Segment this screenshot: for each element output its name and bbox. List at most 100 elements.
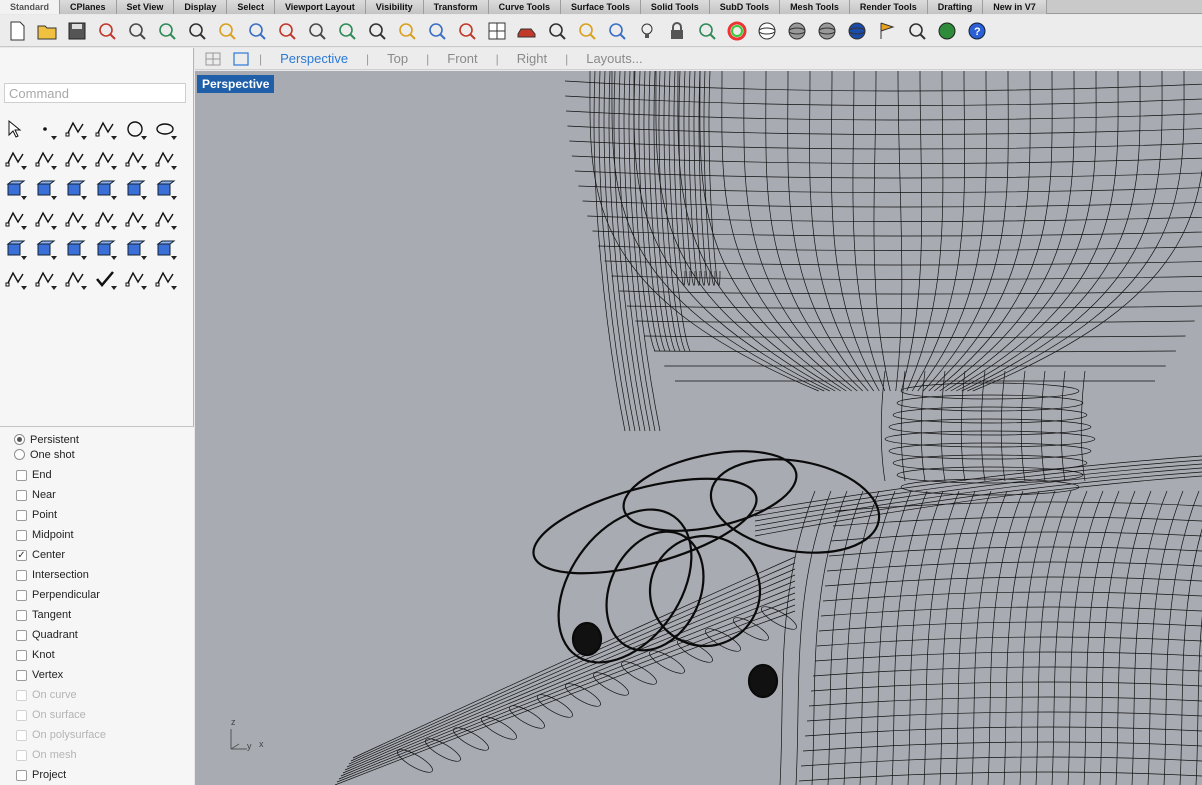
osnap-center-checkbox[interactable]: ✓ — [16, 549, 27, 561]
osnap-tangent-row[interactable]: Tangent — [0, 605, 194, 625]
zoom-selected-icon[interactable] — [392, 17, 422, 45]
four-viewports-icon[interactable] — [203, 51, 223, 67]
save-icon[interactable] — [62, 17, 92, 45]
ellipse-icon[interactable] — [150, 114, 180, 144]
flyout-arrow-icon[interactable] — [171, 286, 177, 290]
flyout-arrow-icon[interactable] — [81, 166, 87, 170]
viewport-tab-layouts[interactable]: Layouts... — [576, 51, 652, 66]
tab-transform[interactable]: Transform — [423, 0, 489, 14]
extrude-surface-icon[interactable] — [150, 144, 180, 174]
flyout-arrow-icon[interactable] — [141, 136, 147, 140]
rectangle-icon[interactable] — [30, 144, 60, 174]
flyout-arrow-icon[interactable] — [81, 286, 87, 290]
osnap-point-checkbox[interactable] — [16, 509, 27, 521]
osnap-end-checkbox[interactable] — [16, 469, 27, 481]
flyout-arrow-icon[interactable] — [51, 166, 57, 170]
flyout-arrow-icon[interactable] — [111, 196, 117, 200]
flag-icon[interactable] — [872, 17, 902, 45]
osnap-quadrant-checkbox[interactable] — [16, 629, 27, 641]
undo-icon[interactable] — [242, 17, 272, 45]
tab-standard[interactable]: Standard — [0, 0, 61, 14]
tab-mesh-tools[interactable]: Mesh Tools — [780, 0, 850, 14]
globe-icon[interactable] — [932, 17, 962, 45]
flyout-arrow-icon[interactable] — [81, 136, 87, 140]
help-icon[interactable]: ? — [962, 17, 992, 45]
flyout-arrow-icon[interactable] — [171, 166, 177, 170]
flyout-arrow-icon[interactable] — [111, 286, 117, 290]
flyout-arrow-icon[interactable] — [51, 286, 57, 290]
cplane-icon[interactable] — [572, 17, 602, 45]
polygon-icon[interactable] — [60, 144, 90, 174]
rendered-sphere-icon[interactable] — [812, 17, 842, 45]
arc-icon[interactable] — [0, 144, 30, 174]
tab-display[interactable]: Display — [174, 0, 228, 14]
osnap-intersection-row[interactable]: Intersection — [0, 565, 194, 585]
undo-view-icon[interactable] — [452, 17, 482, 45]
flyout-arrow-icon[interactable] — [171, 196, 177, 200]
flyout-arrow-icon[interactable] — [171, 226, 177, 230]
flyout-arrow-icon[interactable] — [81, 256, 87, 260]
extend-icon[interactable] — [0, 204, 30, 234]
osnap-center-row[interactable]: ✓ Center — [0, 545, 194, 565]
osnap-project-row[interactable]: Project — [0, 765, 194, 785]
sphere-icon[interactable] — [30, 174, 60, 204]
print-icon[interactable] — [92, 17, 122, 45]
zoom-extents-icon[interactable] — [362, 17, 392, 45]
flyout-arrow-icon[interactable] — [111, 136, 117, 140]
pan-hand-icon[interactable] — [272, 17, 302, 45]
flyout-arrow-icon[interactable] — [21, 256, 27, 260]
offset-icon[interactable] — [30, 204, 60, 234]
copy-icon[interactable] — [182, 17, 212, 45]
viewport-tab-front[interactable]: Front — [437, 51, 487, 66]
fillet-curve-icon[interactable] — [90, 144, 120, 174]
persistent-radio-row[interactable]: Persistent — [0, 432, 194, 447]
zoom-window-icon[interactable] — [332, 17, 362, 45]
new-file-icon[interactable] — [2, 17, 32, 45]
flyout-arrow-icon[interactable] — [81, 226, 87, 230]
zoom-dynamic-icon[interactable] — [422, 17, 452, 45]
flyout-arrow-icon[interactable] — [51, 256, 57, 260]
flyout-arrow-icon[interactable] — [171, 256, 177, 260]
viewport-tab-perspective[interactable]: Perspective — [270, 51, 358, 66]
flyout-arrow-icon[interactable] — [51, 226, 57, 230]
curve-icon[interactable] — [90, 114, 120, 144]
flyout-arrow-icon[interactable] — [111, 226, 117, 230]
cylinder-icon[interactable] — [60, 174, 90, 204]
flyout-arrow-icon[interactable] — [141, 196, 147, 200]
cut-icon[interactable] — [152, 17, 182, 45]
one-shot-radio-row[interactable]: One shot — [0, 447, 194, 462]
flyout-arrow-icon[interactable] — [21, 166, 27, 170]
tab-render-tools[interactable]: Render Tools — [849, 0, 928, 14]
flyout-arrow-icon[interactable] — [141, 226, 147, 230]
osnap-tangent-checkbox[interactable] — [16, 609, 27, 621]
array-icon[interactable] — [60, 234, 90, 264]
dimension-tool-icon[interactable] — [150, 234, 180, 264]
flyout-arrow-icon[interactable] — [21, 226, 27, 230]
osnap-knot-checkbox[interactable] — [16, 649, 27, 661]
osnap-point-row[interactable]: Point — [0, 505, 194, 525]
tab-drafting[interactable]: Drafting — [927, 0, 984, 14]
flyout-arrow-icon[interactable] — [141, 256, 147, 260]
four-viewports-icon[interactable] — [482, 17, 512, 45]
solid-tools-icon[interactable] — [120, 174, 150, 204]
select-points-icon[interactable] — [602, 17, 632, 45]
blend-icon[interactable] — [150, 204, 180, 234]
persistent-radio[interactable] — [14, 434, 25, 445]
plane-surface-icon[interactable] — [90, 174, 120, 204]
solid-edit-icon[interactable] — [120, 234, 150, 264]
circle-icon[interactable] — [120, 114, 150, 144]
select-arrow-icon[interactable] — [0, 114, 30, 144]
osnap-midpoint-row[interactable]: Midpoint — [0, 525, 194, 545]
flyout-arrow-icon[interactable] — [111, 166, 117, 170]
material-sphere-icon[interactable] — [842, 17, 872, 45]
osnap-vertex-checkbox[interactable] — [16, 669, 27, 681]
color-wheel-icon[interactable] — [722, 17, 752, 45]
tab-surface-tools[interactable]: Surface Tools — [561, 0, 641, 14]
tab-viewport-layout[interactable]: Viewport Layout — [274, 0, 366, 14]
tab-select[interactable]: Select — [227, 0, 275, 14]
import-icon[interactable] — [122, 17, 152, 45]
layer-icon[interactable] — [692, 17, 722, 45]
mesh-icon[interactable] — [120, 264, 150, 294]
flyout-arrow-icon[interactable] — [171, 136, 177, 140]
osnap-perpendicular-checkbox[interactable] — [16, 589, 27, 601]
